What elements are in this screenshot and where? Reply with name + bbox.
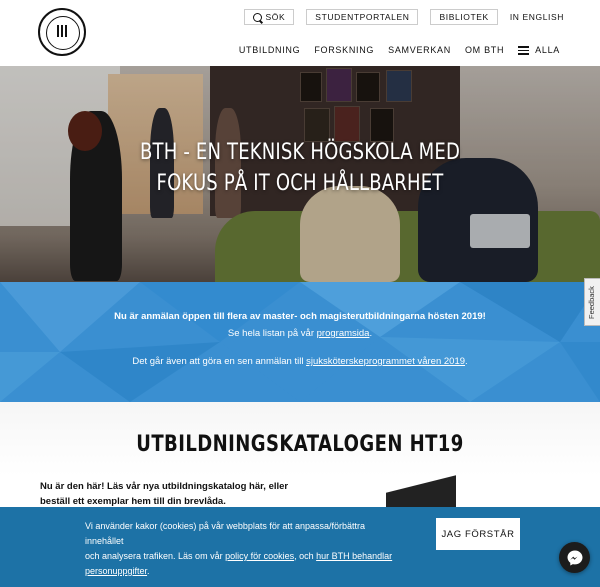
nav-item-om-bth[interactable]: OM BTH [465, 45, 504, 55]
nursing-program-link[interactable]: sjuksköterskeprogrammet våren 2019 [306, 356, 465, 367]
library-button[interactable]: BIBLIOTEK [430, 9, 498, 25]
top-links: SÖK STUDENTPORTALEN BIBLIOTEK IN ENGLISH [243, 9, 564, 25]
nav-item-utbildning[interactable]: UTBILDNING [239, 45, 301, 55]
polygon-background [0, 282, 600, 402]
announcement-line-3: Det går även att göra en sen anmälan til… [132, 356, 468, 367]
announcement-headline: Nu är anmälan öppen till flera av master… [114, 311, 486, 322]
personal-data-link-continued[interactable]: personuppgifter [85, 566, 147, 576]
messenger-icon [567, 550, 582, 565]
search-button[interactable]: SÖK [243, 9, 295, 25]
cookie-banner: Vi använder kakor (cookies) på vår webbp… [0, 507, 600, 587]
main-nav: UTBILDNING FORSKNING SAMVERKAN OM BTH AL… [239, 45, 560, 55]
search-icon [252, 12, 262, 22]
search-label: SÖK [265, 12, 286, 22]
hero-title-line-2: FOKUS PÅ IT OCH HÅLLBARHET [156, 171, 444, 196]
menu-icon [518, 46, 530, 55]
bth-logo[interactable] [38, 8, 86, 56]
feedback-label: Feedback [587, 286, 596, 319]
announcement-line-2: Se hela listan på vår programsida. [227, 328, 373, 339]
student-portal-button[interactable]: STUDENTPORTALEN [306, 9, 419, 25]
cookie-policy-link[interactable]: policy för cookies [225, 551, 294, 561]
language-link[interactable]: IN ENGLISH [509, 9, 564, 25]
hero-banner: BTH - EN TEKNISK HÖGSKOLA MED FOKUS PÅ I… [0, 66, 600, 282]
logo-mark [55, 24, 69, 38]
feedback-tab[interactable]: Feedback [584, 278, 600, 326]
messenger-chat-button[interactable] [559, 542, 590, 573]
catalog-title: UTBILDNINGSKATALOGEN HT19 [136, 432, 464, 457]
site-header: SÖK STUDENTPORTALEN BIBLIOTEK IN ENGLISH… [0, 0, 600, 66]
hero-title: BTH - EN TEKNISK HÖGSKOLA MED FOKUS PÅ I… [54, 137, 546, 199]
personal-data-link[interactable]: hur BTH behandlar [316, 551, 392, 561]
nav-item-forskning[interactable]: FORSKNING [314, 45, 374, 55]
hero-title-line-1: BTH - EN TEKNISK HÖGSKOLA MED [139, 140, 461, 165]
accept-cookies-button[interactable]: JAG FÖRSTÅR [436, 518, 520, 550]
nav-item-alla[interactable]: ALLA [518, 45, 560, 55]
cookie-text: Vi använder kakor (cookies) på vår webbp… [85, 521, 393, 576]
program-page-link[interactable]: programsida [317, 328, 370, 339]
nav-item-samverkan[interactable]: SAMVERKAN [388, 45, 451, 55]
catalog-text: Nu är den här! Läs vår nya utbildningska… [40, 481, 289, 507]
nav-item-alla-label: ALLA [535, 45, 560, 55]
announcement-banner: Nu är anmälan öppen till flera av master… [0, 282, 600, 402]
